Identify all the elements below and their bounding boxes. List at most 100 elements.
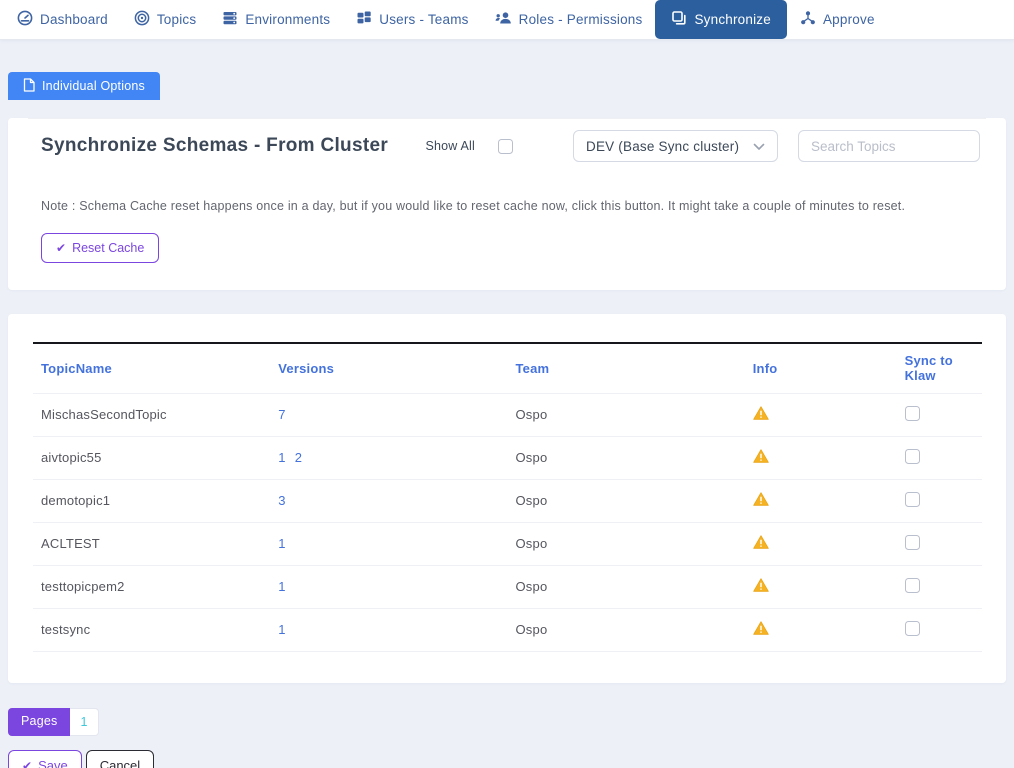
col-header-sync-to-klaw: Sync to Klaw [897, 344, 982, 393]
info-cell [745, 479, 897, 522]
col-header-team: Team [508, 344, 745, 393]
nav-item-roles-permissions[interactable]: Roles - Permissions [482, 0, 656, 39]
sync-cell [897, 479, 982, 522]
tab-label: Individual Options [42, 79, 145, 93]
tab-individual-options[interactable]: Individual Options [8, 72, 160, 100]
page-number-button[interactable]: 1 [70, 708, 98, 736]
nav-item-label: Approve [823, 12, 875, 27]
sync-table-card: TopicName Versions Team Info Sync to Kla… [8, 314, 1006, 683]
sync-to-klaw-checkbox[interactable] [905, 578, 920, 593]
info-cell [745, 393, 897, 436]
sync-cell [897, 522, 982, 565]
form-actions: ✔ Save Cancel [8, 750, 1014, 768]
warning-icon[interactable] [753, 578, 769, 592]
topics-icon [134, 10, 150, 29]
nav-item-dashboard[interactable]: Dashboard [4, 0, 121, 39]
team-cell: Ospo [508, 479, 745, 522]
version-link[interactable]: 2 [295, 450, 302, 465]
info-cell [745, 565, 897, 608]
file-icon [23, 78, 35, 95]
sync-cell [897, 436, 982, 479]
nav-item-label: Users - Teams [379, 12, 468, 27]
nav-item-label: Synchronize [694, 12, 771, 27]
roles-permissions-icon [495, 10, 512, 29]
check-icon: ✔ [56, 242, 66, 254]
cluster-select[interactable]: DEV (Base Sync cluster) [573, 130, 778, 162]
environments-icon [222, 10, 238, 29]
sync-table-body: MischasSecondTopic 7 Ospo aivtopic55 12 … [33, 393, 982, 651]
filters-card: Synchronize Schemas - From Cluster Show … [8, 118, 1006, 290]
team-cell: Ospo [508, 608, 745, 651]
warning-icon[interactable] [753, 535, 769, 549]
warning-icon[interactable] [753, 449, 769, 463]
pagination: Pages 1 [8, 708, 99, 736]
version-link[interactable]: 1 [278, 579, 285, 594]
pages-button[interactable]: Pages [8, 708, 70, 736]
topic-name-cell: aivtopic55 [33, 436, 270, 479]
team-cell: Ospo [508, 565, 745, 608]
nav-item-users-teams[interactable]: Users - Teams [343, 0, 481, 39]
topic-name-cell: ACLTEST [33, 522, 270, 565]
info-cell [745, 436, 897, 479]
col-header-versions: Versions [270, 344, 507, 393]
versions-cell: 1 [270, 522, 507, 565]
info-cell [745, 522, 897, 565]
chevron-down-icon [753, 139, 765, 154]
table-header-row: TopicName Versions Team Info Sync to Kla… [33, 344, 982, 393]
warning-icon[interactable] [753, 492, 769, 506]
warning-icon[interactable] [753, 621, 769, 635]
nav-item-synchronize[interactable]: Synchronize [655, 0, 787, 39]
nav-item-label: Dashboard [40, 12, 108, 27]
topic-name-cell: demotopic1 [33, 479, 270, 522]
version-link[interactable]: 1 [278, 450, 285, 465]
version-link[interactable]: 7 [278, 407, 285, 422]
show-all-checkbox[interactable] [498, 139, 513, 154]
sync-to-klaw-checkbox[interactable] [905, 492, 920, 507]
save-button[interactable]: ✔ Save [8, 750, 82, 768]
nav-item-label: Environments [245, 12, 330, 27]
table-row: testsync 1 Ospo [33, 608, 982, 651]
dashboard-icon [17, 10, 33, 29]
nav-item-topics[interactable]: Topics [121, 0, 209, 39]
cancel-button[interactable]: Cancel [86, 750, 154, 768]
versions-cell: 12 [270, 436, 507, 479]
top-navigation: Dashboard Topics Environments Users - Te… [0, 0, 1014, 40]
synchronize-icon [671, 10, 687, 29]
table-row: aivtopic55 12 Ospo [33, 436, 982, 479]
topic-name-cell: testsync [33, 608, 270, 651]
search-topics-input[interactable] [798, 130, 980, 162]
topic-name-cell: MischasSecondTopic [33, 393, 270, 436]
page-title: Synchronize Schemas - From Cluster [41, 135, 425, 157]
sync-to-klaw-checkbox[interactable] [905, 406, 920, 421]
nav-item-approve[interactable]: Approve [787, 0, 888, 39]
cancel-label: Cancel [100, 758, 140, 768]
show-all-control: Show All [425, 139, 513, 154]
topic-name-cell: testtopicpem2 [33, 565, 270, 608]
version-link[interactable]: 1 [278, 622, 285, 637]
show-all-label: Show All [425, 139, 475, 153]
col-header-topicname: TopicName [33, 344, 270, 393]
table-row: demotopic1 3 Ospo [33, 479, 982, 522]
users-teams-icon [356, 10, 372, 29]
sync-to-klaw-checkbox[interactable] [905, 535, 920, 550]
info-cell [745, 608, 897, 651]
nav-item-label: Roles - Permissions [519, 12, 643, 27]
team-cell: Ospo [508, 393, 745, 436]
cluster-select-value: DEV (Base Sync cluster) [586, 139, 739, 154]
check-icon: ✔ [22, 760, 32, 768]
reset-cache-button[interactable]: ✔ Reset Cache [41, 233, 159, 263]
nav-item-environments[interactable]: Environments [209, 0, 343, 39]
team-cell: Ospo [508, 436, 745, 479]
sync-cell [897, 608, 982, 651]
versions-cell: 1 [270, 608, 507, 651]
sync-to-klaw-checkbox[interactable] [905, 621, 920, 636]
version-link[interactable]: 1 [278, 536, 285, 551]
nav-item-label: Topics [157, 12, 196, 27]
sync-to-klaw-checkbox[interactable] [905, 449, 920, 464]
sync-cell [897, 565, 982, 608]
versions-cell: 1 [270, 565, 507, 608]
warning-icon[interactable] [753, 406, 769, 420]
version-link[interactable]: 3 [278, 493, 285, 508]
versions-cell: 3 [270, 479, 507, 522]
versions-cell: 7 [270, 393, 507, 436]
